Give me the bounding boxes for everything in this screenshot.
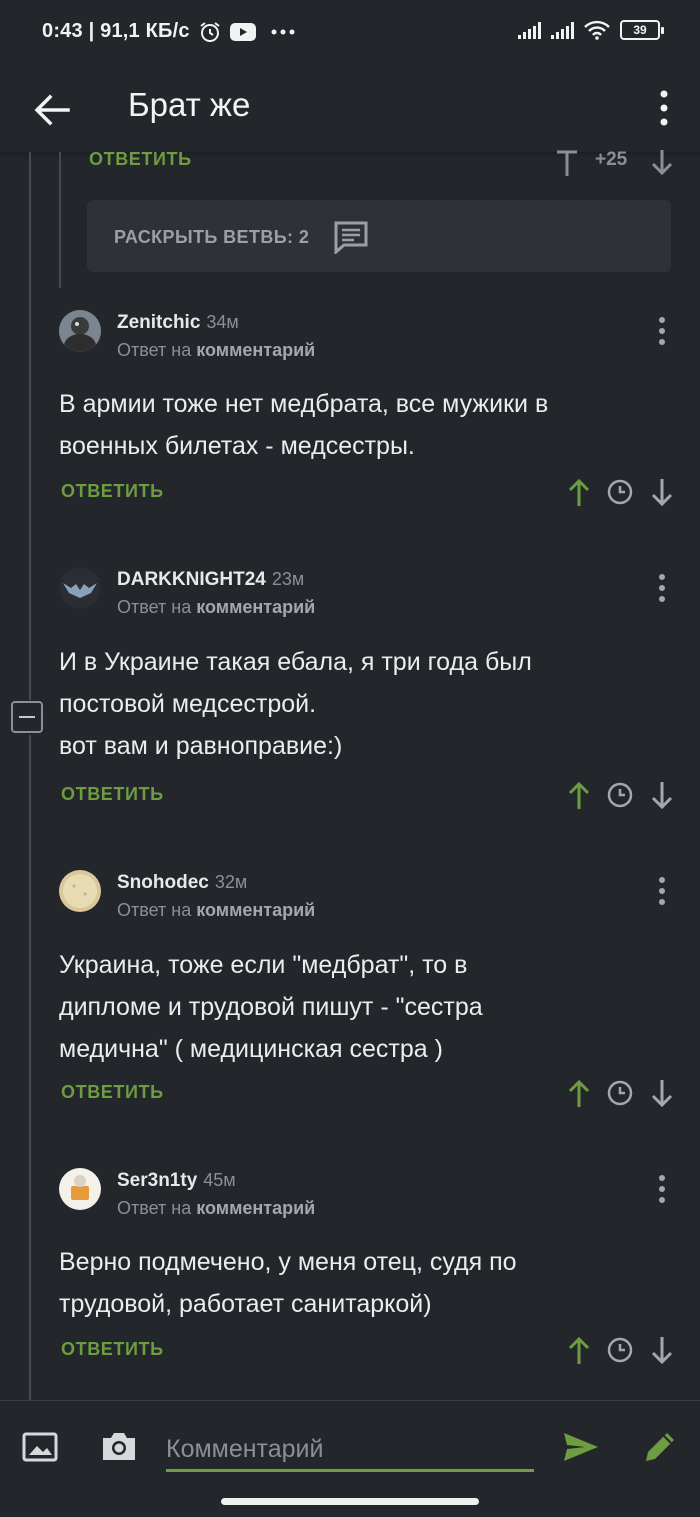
status-bar: 0:43 | 91,1 КБ/с 39: [0, 0, 700, 66]
reply-button[interactable]: ОТВЕТИТЬ: [61, 1082, 164, 1103]
reply-to-line: Ответ на комментарий: [117, 900, 315, 921]
comment-body: В армии тоже нет медбрата, все мужики в …: [59, 383, 659, 467]
reply-to-line: Ответ на комментарий: [117, 1198, 315, 1219]
avatar[interactable]: [59, 870, 101, 912]
clock-icon[interactable]: [605, 779, 635, 811]
comment-menu-icon[interactable]: [656, 876, 668, 906]
comment-input[interactable]: [166, 1429, 534, 1472]
comment-username[interactable]: Zenitchic 34м: [117, 312, 239, 334]
vote-down-icon[interactable]: [647, 146, 677, 178]
more-dots-icon: [271, 29, 295, 35]
send-icon[interactable]: [562, 1431, 600, 1463]
signal-icon: [551, 21, 574, 39]
thread-line: [29, 152, 31, 700]
clock-icon[interactable]: [605, 1334, 635, 1366]
reply-to-link[interactable]: комментарий: [196, 340, 315, 360]
avatar[interactable]: [59, 567, 101, 609]
vote-up-icon[interactable]: [564, 1077, 594, 1109]
comment-username[interactable]: Snohodec 32м: [117, 872, 247, 894]
page-title: Брат же: [128, 86, 251, 123]
comment-body: Верно подмечено, у меня отец, судя по тр…: [59, 1241, 659, 1325]
status-time-speed: 0:43 | 91,1 КБ/с: [42, 20, 190, 42]
expand-branch-label: РАСКРЫТЬ ВЕТВЬ: 2: [114, 227, 310, 247]
username-text[interactable]: Snohodec: [117, 872, 209, 893]
comment-line: медична" ( медицинская сестра ): [59, 1035, 443, 1063]
more-vertical-icon[interactable]: [658, 88, 670, 128]
comment-username[interactable]: DARKKNIGHT24 23м: [117, 569, 304, 591]
battery-icon: 39: [620, 20, 664, 40]
rating-value: +25: [595, 149, 628, 170]
clock-icon[interactable]: [605, 476, 635, 508]
comment-username[interactable]: Ser3n1ty 45м: [117, 1170, 236, 1192]
reply-to-line: Ответ на комментарий: [117, 597, 315, 618]
comment-line: вот вам и равноправие:): [59, 732, 343, 760]
reply-to-prefix: Ответ на: [117, 597, 192, 617]
comment-body: Украина, тоже если "медбрат", то в дипло…: [59, 944, 659, 1070]
comment-icon: [334, 221, 368, 254]
vote-up-icon[interactable]: [552, 146, 582, 178]
comment-line: постовой медсестрой.: [59, 690, 317, 718]
vote-up-icon[interactable]: [564, 779, 594, 811]
comment-time: 45м: [203, 1170, 236, 1190]
vote-down-icon[interactable]: [647, 779, 677, 811]
comment-line: И в Украине такая ебала, я три года был: [59, 648, 532, 676]
reply-button[interactable]: ОТВЕТИТЬ: [61, 784, 164, 805]
comment-line: В армии тоже нет медбрата, все мужики в: [59, 390, 549, 418]
comment-time: 23м: [271, 569, 305, 589]
comment-time: 34м: [206, 312, 239, 332]
comment-line: Верно подмечено, у меня отец, судя по: [59, 1248, 517, 1276]
vote-down-icon[interactable]: [647, 1077, 677, 1109]
expand-branch-button[interactable]: РАСКРЫТЬ ВЕТВЬ: 2: [87, 200, 671, 272]
avatar[interactable]: [59, 310, 101, 352]
reply-to-link[interactable]: комментарий: [196, 1198, 315, 1218]
vote-up-icon[interactable]: [564, 1334, 594, 1366]
reply-to-prefix: Ответ на: [117, 340, 192, 360]
reply-button[interactable]: ОТВЕТИТЬ: [61, 1339, 164, 1360]
vote-down-icon[interactable]: [647, 476, 677, 508]
reply-to-link[interactable]: комментарий: [196, 597, 315, 617]
collapse-thread-button[interactable]: [11, 701, 43, 733]
reply-to-prefix: Ответ на: [117, 1198, 192, 1218]
vote-up-icon[interactable]: [564, 476, 594, 508]
app-bar: Брат же: [0, 66, 700, 152]
thread-line-nested: [59, 152, 61, 288]
comment-line: трудовой, работает санитаркой): [59, 1290, 432, 1318]
reply-button[interactable]: ОТВЕТИТЬ: [61, 481, 164, 502]
arrow-left-icon[interactable]: [32, 90, 72, 130]
comment-line: военных билетах - медсестры.: [59, 432, 415, 460]
comment-line: Украина, тоже если "медбрат", то в: [59, 951, 468, 979]
image-icon[interactable]: [22, 1431, 58, 1463]
reply-button[interactable]: ОТВЕТИТЬ: [89, 149, 192, 170]
username-text[interactable]: DARKKNIGHT24: [117, 569, 266, 590]
wifi-icon: [584, 20, 610, 40]
vote-down-icon[interactable]: [647, 1334, 677, 1366]
pencil-icon[interactable]: [642, 1429, 678, 1465]
youtube-icon: [230, 23, 256, 41]
reply-to-prefix: Ответ на: [117, 900, 192, 920]
username-text[interactable]: Zenitchic: [117, 312, 200, 333]
signal-icon: [518, 21, 541, 39]
alarm-icon: [200, 22, 220, 42]
comment-menu-icon[interactable]: [656, 573, 668, 603]
reply-to-link[interactable]: комментарий: [196, 900, 315, 920]
home-indicator[interactable]: [221, 1498, 479, 1505]
avatar[interactable]: [59, 1168, 101, 1210]
comment-composer: [0, 1400, 700, 1493]
comment-line: дипломе и трудовой пишут - "сестра: [59, 993, 483, 1021]
comment-menu-icon[interactable]: [656, 316, 668, 346]
thread-line: [29, 735, 31, 1400]
comment-menu-icon[interactable]: [656, 1174, 668, 1204]
username-text[interactable]: Ser3n1ty: [117, 1170, 197, 1191]
camera-icon[interactable]: [100, 1429, 138, 1463]
reply-to-line: Ответ на комментарий: [117, 340, 315, 361]
comment-body: И в Украине такая ебала, я три года был …: [59, 641, 659, 767]
comment-time: 32м: [214, 872, 248, 892]
clock-icon[interactable]: [605, 1077, 635, 1109]
